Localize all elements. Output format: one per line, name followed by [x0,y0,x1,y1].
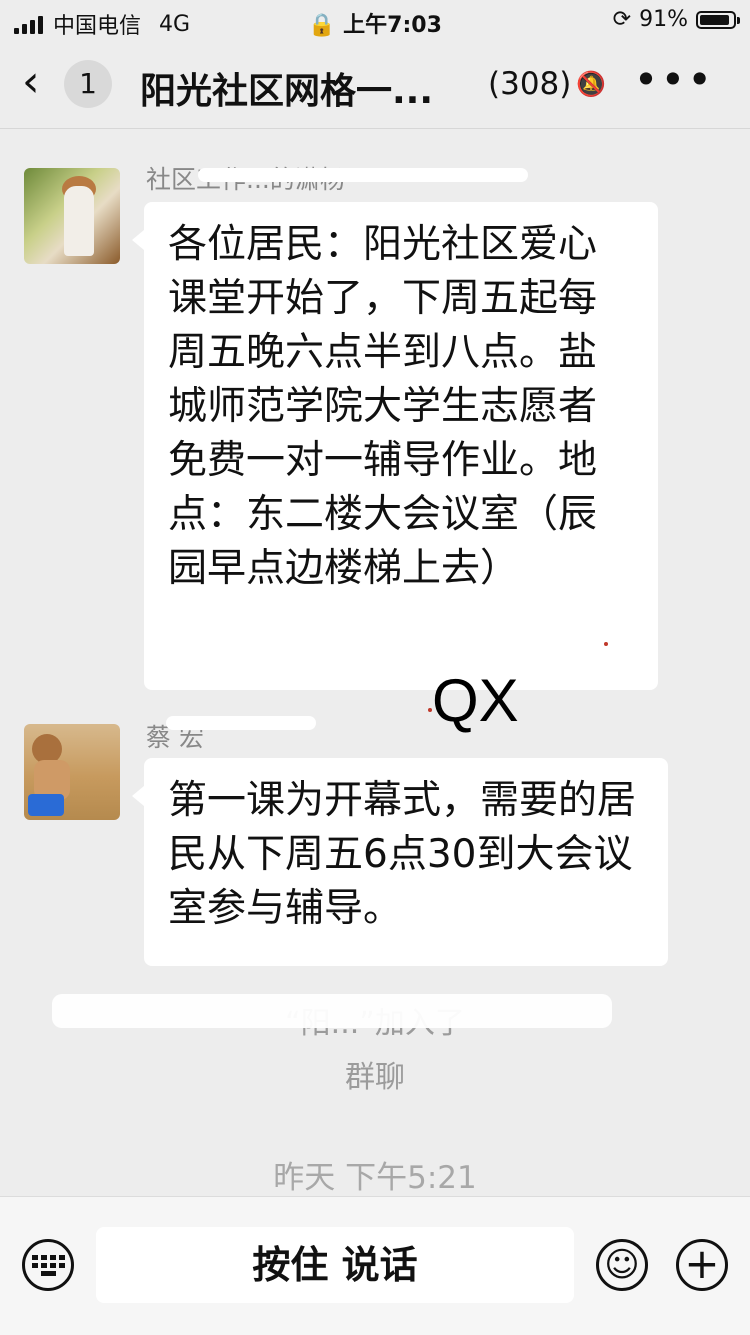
timestamp: 昨天 下午5:21 [273,1160,477,1196]
redaction-mark [198,168,528,182]
rotation-lock-icon: ⟳ [612,7,632,32]
redaction-mark [52,994,612,1028]
chevron-left-icon[interactable]: ‹ [22,60,62,104]
unread-badge[interactable]: 1 [64,60,112,108]
redaction-mark [166,716,316,730]
keyboard-icon[interactable] [22,1239,74,1291]
lock-icon: 🔒 [308,13,336,38]
member-count: (308) [488,66,572,102]
avatar[interactable] [24,724,120,820]
battery-percent: 91% [639,7,688,32]
bell-slash-icon: 🔕 [576,70,606,98]
message-bubble[interactable]: 第一课为开幕式，需要的居民从下周五6点30到大会议室参与辅导。 [132,758,668,966]
chat-header: ‹ 1 阳光社区网格一... (308) 🔕 ••• [0,40,750,129]
hold-to-talk-button[interactable]: 按住 说话 [96,1227,574,1303]
system-message-line2: 群聊 [345,1060,405,1095]
avatar[interactable] [24,168,120,264]
more-dots-icon[interactable]: ••• [634,59,714,101]
battery-icon [696,10,740,29]
input-bar: 按住 说话 ☺ + [0,1196,750,1335]
chat-title: 阳光社区网格一... [140,71,434,112]
red-dot [604,642,608,646]
emoji-icon[interactable]: ☺ [596,1239,648,1291]
message-bubble[interactable]: 各位居民：阳光社区爱心课堂开始了，下周五起每周五晚六点半到八点。盐城师范学院大学… [132,202,658,690]
status-right: ⟳ 91% [612,7,740,32]
plus-icon[interactable]: + [676,1239,728,1291]
watermark-text: QX [432,667,519,734]
status-time: 上午7:03 [343,13,442,38]
status-bar: 中国电信 4G 🔒 上午7:03 ⟳ 91% [0,0,750,40]
